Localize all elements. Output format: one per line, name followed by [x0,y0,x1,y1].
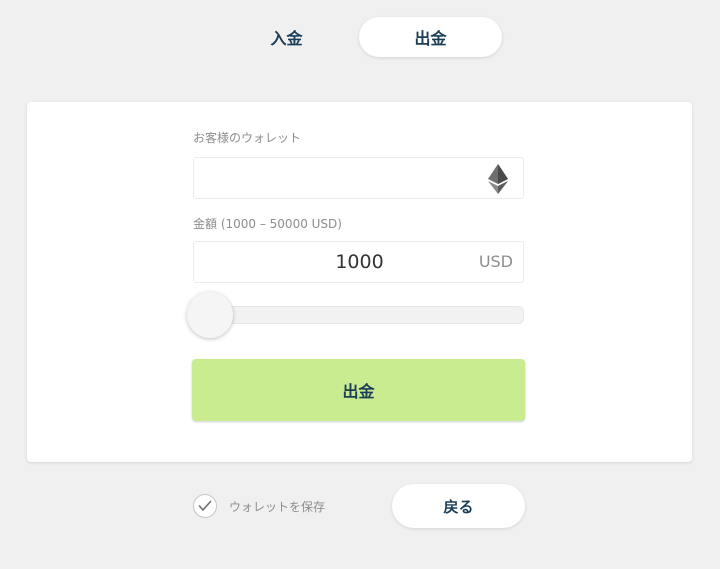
wallet-label: お客様のウォレット [193,131,302,145]
amount-label: 金額 (1000 – 50000 USD) [193,217,342,231]
withdraw-page: 入金 出金 お客様のウォレット 金額 (1000 – 50000 USD) 10… [0,0,720,569]
tab-withdraw[interactable]: 出金 [359,17,502,57]
save-wallet-label: ウォレットを保存 [229,499,326,514]
checkmark-icon [198,500,212,511]
amount-value[interactable]: 1000 [194,242,525,282]
amount-field[interactable]: 1000 USD [193,241,524,283]
amount-unit: USD [478,252,513,271]
check-circle[interactable] [193,494,217,518]
ethereum-icon [488,164,508,194]
withdraw-form-card: お客様のウォレット 金額 (1000 – 50000 USD) 1000 USD… [27,102,692,462]
tab-deposit[interactable]: 入金 [215,17,358,57]
amount-slider-track[interactable] [193,306,524,324]
save-wallet-checkbox[interactable]: ウォレットを保存 [193,492,325,520]
wallet-field [193,157,524,199]
withdraw-submit-button[interactable]: 出金 [192,359,525,421]
back-button[interactable]: 戻る [392,484,525,528]
wallet-input[interactable] [194,158,474,198]
tab-bar: 入金 出金 [0,0,720,70]
amount-slider-thumb[interactable] [187,292,233,338]
